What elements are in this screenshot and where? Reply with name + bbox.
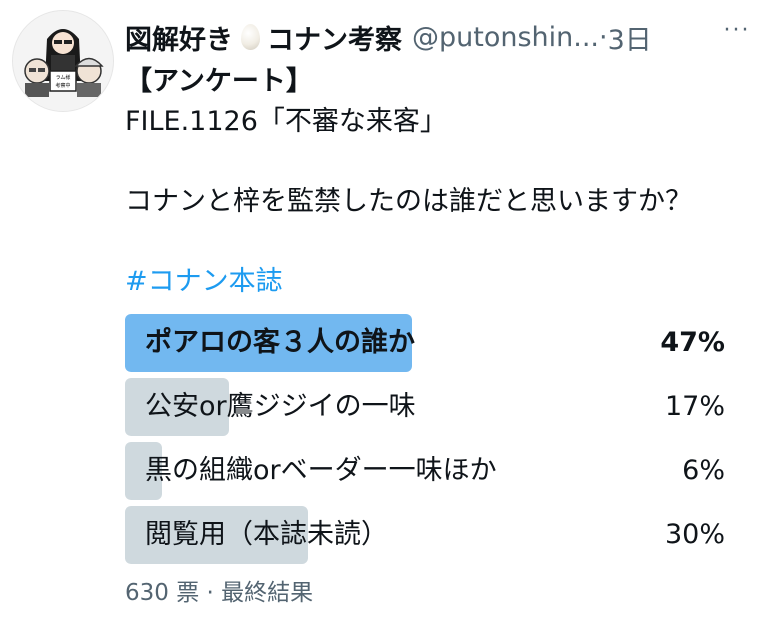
poll-choice-label: 黒の組織orベーダー一味ほか [145,455,497,486]
poll-choice-label: ポアロの客３人の誰か [145,327,415,358]
tweet: ラム様 考察中 図解好き コナン考察 @putonshin... · 3日 ··… [0,0,768,637]
poll: ポアロの客３人の誰か 47% 公安or鷹ジジイの一味 17% 黒の組織orベーダ… [125,314,735,570]
avatar-illustration: ラム様 考察中 [13,11,113,111]
poll-footer: 630 票 · 最終結果 [125,580,314,606]
svg-text:ラム様: ラム様 [56,74,71,81]
svg-text:考察中: 考察中 [55,82,70,89]
avatar[interactable]: ラム様 考察中 [12,10,114,112]
tweet-line-3: コナンと梓を監禁したのは誰だと思いますか？ [125,186,692,217]
author-name-part1[interactable]: 図解好き [125,18,233,57]
author-name-part2[interactable]: コナン考察 [267,18,402,57]
time-separator: · [599,21,608,53]
tweet-header: 図解好き コナン考察 @putonshin... · 3日 [125,10,755,64]
tweet-line-2: FILE.1126「不審な来客」 [125,106,447,137]
timestamp[interactable]: 3日 [608,18,652,57]
poll-choice-label: 公安or鷹ジジイの一味 [145,391,416,422]
author-handle[interactable]: @putonshin... [412,22,599,53]
poll-choice-label: 閲覧用（本誌未読） [145,519,388,550]
poll-choice-4: 閲覧用（本誌未読） 30% [125,506,735,564]
poll-choice-percent: 30% [664,519,725,550]
tweet-line-1: 【アンケート】 [125,66,313,97]
poll-choice-2: 公安or鷹ジジイの一味 17% [125,378,735,436]
poll-choice-3: 黒の組織orベーダー一味ほか 6% [125,442,735,500]
hashtag-link[interactable]: #コナン本誌 [125,262,755,302]
poll-choice-percent: 17% [664,391,725,422]
more-options-icon[interactable]: ··· [720,16,754,46]
poll-choice-percent: 6% [682,455,725,486]
tweet-text: 【アンケート】 FILE.1126「不審な来客」 コナンと梓を監禁したのは誰だと… [125,62,755,302]
egg-icon [241,24,260,50]
poll-choice-percent: 47% [660,327,725,358]
poll-choice-1: ポアロの客３人の誰か 47% [125,314,735,372]
